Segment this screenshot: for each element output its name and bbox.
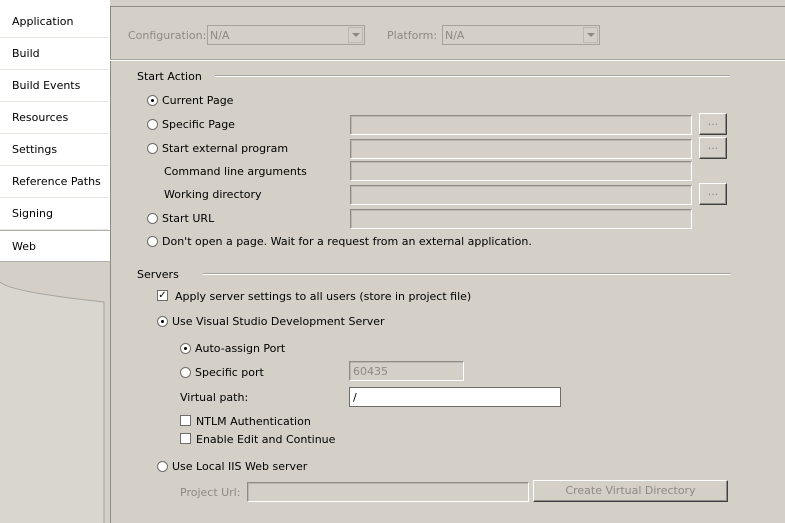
use-vs-dev-server-label: Use Visual Studio Development Server <box>172 315 385 328</box>
enable-edit-continue-checkbox[interactable] <box>180 433 191 444</box>
working-directory-label: Working directory <box>164 188 262 201</box>
tab-strip-background <box>0 262 110 523</box>
start-action-group-label: Start Action <box>137 70 202 83</box>
tab-strip-curve <box>0 262 110 523</box>
specific-port-value: 60435 <box>353 365 388 378</box>
tab-label: Build Events <box>12 79 81 92</box>
use-local-iis-radio[interactable] <box>157 461 168 472</box>
specific-port-input[interactable]: 60435 <box>349 361 464 381</box>
command-line-arguments-input[interactable] <box>350 161 692 181</box>
tab-label: Resources <box>12 111 69 124</box>
use-vs-dev-server-radio[interactable] <box>157 316 168 327</box>
ntlm-authentication-checkbox[interactable] <box>180 415 191 426</box>
current-page-radio[interactable] <box>147 95 158 106</box>
ntlm-authentication-label: NTLM Authentication <box>196 415 311 428</box>
current-page-label: Current Page <box>162 94 234 107</box>
external-program-input[interactable] <box>350 139 692 159</box>
chevron-down-icon[interactable] <box>348 27 363 43</box>
command-line-arguments-label: Command line arguments <box>164 165 307 178</box>
tab-resources[interactable]: Resources <box>0 102 108 134</box>
platform-value: N/A <box>445 29 465 42</box>
specific-page-input[interactable] <box>350 115 692 135</box>
tab-label: Signing <box>12 207 54 220</box>
property-tabs-sidebar: Application Build Build Events Resources… <box>0 0 110 523</box>
tab-signing[interactable]: Signing <box>0 198 108 230</box>
tab-application[interactable]: Application <box>0 6 108 38</box>
specific-port-radio[interactable] <box>180 367 191 378</box>
specific-page-label: Specific Page <box>162 118 235 131</box>
start-url-radio[interactable] <box>147 213 158 224</box>
tab-label: Web <box>12 240 36 253</box>
tab-build-events[interactable]: Build Events <box>0 70 108 102</box>
start-external-program-radio[interactable] <box>147 143 158 154</box>
start-external-program-label: Start external program <box>162 142 289 155</box>
create-virtual-directory-button[interactable]: Create Virtual Directory <box>533 480 728 502</box>
tab-label: Build <box>12 47 40 60</box>
auto-assign-port-radio[interactable] <box>180 343 191 354</box>
specific-page-browse-button[interactable]: ... <box>699 113 727 135</box>
tab-label: Application <box>12 15 74 28</box>
project-url-input[interactable] <box>247 482 529 502</box>
configuration-combo[interactable]: N/A <box>207 25 365 45</box>
external-program-browse-button[interactable]: ... <box>699 137 727 159</box>
apply-settings-checkbox[interactable]: ✓ <box>157 290 168 301</box>
tab-web[interactable]: Web <box>0 230 110 262</box>
header-separator <box>110 59 785 61</box>
working-directory-browse-button[interactable]: ... <box>699 183 727 205</box>
working-directory-input[interactable] <box>350 185 692 205</box>
configuration-value: N/A <box>210 29 230 42</box>
specific-page-radio[interactable] <box>147 119 158 130</box>
project-url-label: Project Url: <box>180 486 241 499</box>
servers-group-label: Servers <box>137 268 179 281</box>
servers-divider <box>203 273 731 275</box>
apply-settings-label: Apply server settings to all users (stor… <box>175 290 472 303</box>
dont-open-page-label: Don't open a page. Wait for a request fr… <box>162 235 532 248</box>
start-url-label: Start URL <box>162 212 215 225</box>
dont-open-page-radio[interactable] <box>147 236 158 247</box>
start-action-divider <box>215 75 730 77</box>
platform-combo[interactable]: N/A <box>442 25 600 45</box>
chevron-down-icon[interactable] <box>583 27 598 43</box>
platform-label: Platform: <box>387 29 438 42</box>
tab-reference-paths[interactable]: Reference Paths <box>0 166 108 198</box>
tab-label: Reference Paths <box>12 175 101 188</box>
virtual-path-input[interactable]: / <box>349 387 561 407</box>
auto-assign-port-label: Auto-assign Port <box>195 342 286 355</box>
tab-build[interactable]: Build <box>0 38 108 70</box>
configuration-label: Configuration: <box>128 29 207 42</box>
tab-settings[interactable]: Settings <box>0 134 108 166</box>
use-local-iis-label: Use Local IIS Web server <box>172 460 308 473</box>
specific-port-label: Specific port <box>195 366 264 379</box>
virtual-path-label: Virtual path: <box>180 391 249 404</box>
start-url-input[interactable] <box>350 209 692 229</box>
enable-edit-continue-label: Enable Edit and Continue <box>196 433 336 446</box>
tab-label: Settings <box>12 143 58 156</box>
virtual-path-value: / <box>353 391 357 404</box>
